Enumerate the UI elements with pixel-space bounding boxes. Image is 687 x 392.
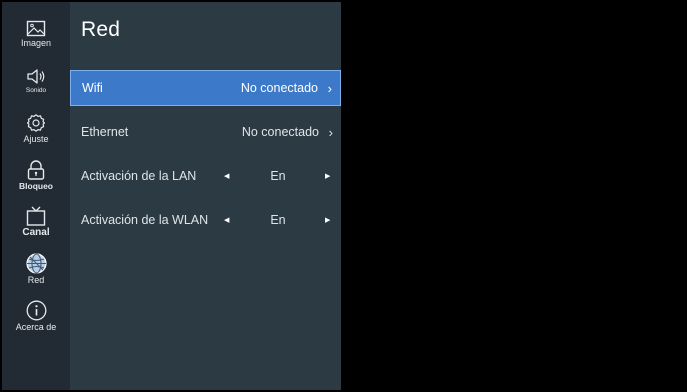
sidebar-item-label: Canal [22,227,50,238]
wifi-row[interactable]: Wifi No conectado › [70,70,341,106]
sidebar-item-canal[interactable]: Canal [2,205,70,238]
row-label: Activación de la LAN [81,169,197,183]
triangle-right-icon[interactable]: ▶ [325,216,330,224]
row-value: En [270,169,286,183]
row-value: En [270,213,286,227]
sidebar-item-label: Bloqueo [19,181,53,191]
sidebar-item-acerca-de[interactable]: Acerca de [2,300,70,332]
lock-icon [26,160,46,180]
sidebar-item-label: Red [27,275,45,285]
row-label: Activación de la WLAN [81,213,209,227]
tv-icon [26,205,46,227]
triangle-right-icon[interactable]: ▶ [325,172,330,180]
row-label: Wifi [82,81,103,95]
chevron-right-icon: › [327,80,332,96]
lan-activation-row[interactable]: Activación de la LAN ◀ En ▶ [70,158,341,194]
panel-title: Red [81,18,121,41]
info-icon [26,300,47,321]
network-settings-panel: Red Wifi No conectado › Ethernet No cone… [70,2,341,390]
wlan-activation-row[interactable]: Activación de la WLAN ◀ En ▶ [70,202,341,238]
row-value: No conectado [241,125,319,139]
settings-sidebar: Imagen Sonido Ajuste Bloqueo Canal Red A… [2,2,70,390]
sidebar-item-sonido[interactable]: Sonido [2,68,70,96]
image-icon [26,20,46,37]
ethernet-row[interactable]: Ethernet No conectado › [70,114,341,150]
sidebar-item-bloqueo[interactable]: Bloqueo [2,160,70,191]
sidebar-item-label: Imagen [20,38,52,48]
triangle-left-icon[interactable]: ◀ [224,172,229,180]
row-label: Ethernet [81,125,129,139]
sidebar-item-red[interactable]: Red [2,253,70,285]
sidebar-item-imagen[interactable]: Imagen [2,20,70,48]
chevron-right-icon: › [328,124,333,140]
sidebar-item-ajuste[interactable]: Ajuste [2,113,70,144]
sidebar-item-label: Ajuste [23,134,49,144]
sidebar-item-label: Acerca de [15,322,57,332]
speaker-icon [26,68,46,85]
row-value: No conectado [240,81,318,95]
sidebar-item-label: Sonido [25,87,47,94]
tv-screen: Imagen Sonido Ajuste Bloqueo Canal Red A… [2,2,685,390]
gear-icon [26,113,46,133]
globe-icon [25,253,47,274]
triangle-left-icon[interactable]: ◀ [224,216,229,224]
